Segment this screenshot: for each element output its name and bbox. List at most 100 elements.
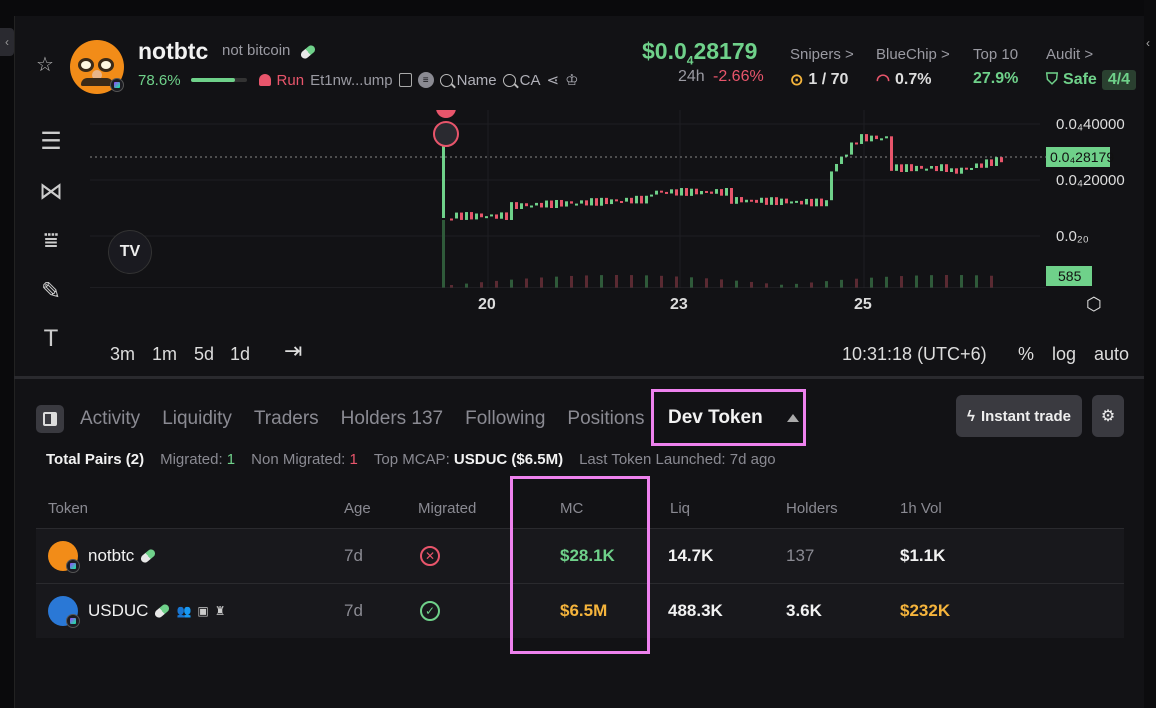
- timeframe-1m[interactable]: 1m: [152, 344, 177, 365]
- panel-toggle-icon[interactable]: [36, 405, 64, 433]
- share-icon[interactable]: ⋖: [546, 71, 559, 89]
- candle: [780, 198, 783, 206]
- volume-bar: [720, 279, 723, 288]
- date-range-icon[interactable]: ⇥: [284, 338, 302, 364]
- candle: [495, 214, 498, 219]
- copy-icon[interactable]: [398, 73, 412, 87]
- brush-icon[interactable]: ✎: [34, 276, 68, 306]
- collapse-left-tab[interactable]: ‹: [0, 28, 14, 56]
- snipers-stat[interactable]: Snipers > ⊙ 1 / 70: [790, 46, 854, 90]
- candle: [595, 198, 598, 206]
- timeframe-5d[interactable]: 5d: [194, 344, 214, 365]
- lines-icon[interactable]: ☰: [34, 126, 68, 156]
- candle: [820, 198, 823, 207]
- candle: [535, 202, 538, 206]
- fib-icon[interactable]: ⩸: [34, 226, 68, 256]
- volume-bar: [930, 275, 933, 288]
- candle: [935, 166, 938, 172]
- pill-icon: [139, 547, 158, 565]
- settings-hex-icon[interactable]: ⬡: [1086, 294, 1102, 315]
- candle: [685, 188, 688, 196]
- timeframe-3m[interactable]: 3m: [110, 344, 135, 365]
- contract-address[interactable]: Et1nw...ump: [310, 72, 393, 89]
- volume-bar: [690, 277, 693, 288]
- tab-positions[interactable]: Positions: [567, 408, 644, 430]
- name-search-link[interactable]: Name: [439, 72, 497, 89]
- tab-traders[interactable]: Traders: [254, 408, 319, 430]
- dev-summary: Total Pairs (2) Migrated: 1 Non Migrated…: [46, 451, 776, 468]
- tab-dev-token[interactable]: Dev Token: [651, 389, 806, 446]
- candle: [905, 164, 908, 172]
- volume-bar: [570, 275, 573, 288]
- log-toggle[interactable]: log: [1052, 344, 1076, 365]
- tab-bar: Activity Liquidity Traders Holders 137 F…: [36, 402, 667, 436]
- candle: [550, 200, 553, 208]
- candle: [860, 134, 863, 144]
- token-avatar: [48, 596, 80, 628]
- menu-circle-icon[interactable]: ≡: [417, 72, 434, 88]
- candle: [865, 134, 868, 142]
- y-tick: 0.0₄40000: [1056, 116, 1125, 133]
- token-avatar: [48, 541, 80, 573]
- candle: [600, 197, 603, 206]
- shield-check-icon: ⛉: [1046, 71, 1059, 88]
- pill-icon: [153, 602, 172, 620]
- candle: [910, 164, 913, 172]
- tab-following[interactable]: Following: [465, 408, 545, 430]
- candle: [940, 164, 943, 172]
- candle: [515, 202, 518, 210]
- text-icon[interactable]: T: [34, 324, 68, 354]
- audit-stat[interactable]: Audit > ⛉ Safe 4/4: [1046, 46, 1137, 90]
- candle: [735, 197, 738, 204]
- caret-up-icon: [786, 413, 799, 422]
- volume-bar: [675, 276, 678, 288]
- instant-trade-button[interactable]: ϟ Instant trade: [956, 395, 1082, 437]
- top10-stat: Top 10 27.9%: [973, 46, 1019, 87]
- candle: [470, 212, 473, 220]
- pattern-icon[interactable]: ⋈: [34, 176, 68, 206]
- candle: [805, 198, 808, 205]
- candle: [480, 213, 483, 218]
- bluechip-stat[interactable]: BlueChip > ◠ 0.7%: [876, 46, 950, 90]
- candle: [1000, 157, 1003, 163]
- crown-icon[interactable]: ♔: [565, 71, 578, 89]
- candle: [945, 164, 948, 172]
- candle: [460, 212, 463, 220]
- panel-divider[interactable]: [14, 376, 1144, 379]
- token-price: $0.0428179: [642, 38, 758, 68]
- settings-button[interactable]: ⚙: [1092, 395, 1124, 437]
- tab-holders[interactable]: Holders 137: [341, 408, 443, 430]
- candle: [850, 142, 853, 155]
- chevron-left-icon[interactable]: ‹: [1146, 36, 1150, 50]
- token-header: ☆ notbtc not bitcoin 78.6% Run Et1nw...u…: [14, 18, 1144, 110]
- candle: [680, 188, 683, 196]
- dev-run-icon: [258, 74, 271, 86]
- volume-bar: [660, 275, 663, 288]
- volume-bar: [705, 278, 708, 288]
- candle: [645, 195, 648, 204]
- candle: [800, 200, 803, 205]
- percent-toggle[interactable]: %: [1018, 344, 1034, 365]
- candle: [630, 197, 633, 204]
- change-label: 24h: [678, 68, 705, 85]
- auto-toggle[interactable]: auto: [1094, 344, 1129, 365]
- chart-controls: 3m 1m 5d 1d ⇥ 10:31:18 (UTC+6) % log aut…: [90, 328, 1144, 376]
- timeframe-1d[interactable]: 1d: [230, 344, 250, 365]
- x-tick: 25: [854, 296, 872, 313]
- star-icon[interactable]: ☆: [36, 52, 54, 77]
- x-axis: 20 23 25 ⬡: [90, 288, 1144, 326]
- ca-search-link[interactable]: CA: [502, 72, 540, 89]
- run-label: Run: [276, 71, 305, 89]
- pill-icon: [299, 43, 317, 61]
- right-edge: ‹: [1144, 0, 1156, 708]
- tab-activity[interactable]: Activity: [80, 408, 140, 430]
- svg-text:585: 585: [1058, 268, 1082, 284]
- candle: [560, 199, 563, 207]
- tab-liquidity[interactable]: Liquidity: [162, 408, 232, 430]
- candle: [980, 163, 983, 168]
- volume-bar: [855, 278, 858, 288]
- candle: [540, 202, 543, 208]
- candle: [610, 199, 613, 205]
- candle: [675, 189, 678, 196]
- volume-bar: [870, 277, 873, 288]
